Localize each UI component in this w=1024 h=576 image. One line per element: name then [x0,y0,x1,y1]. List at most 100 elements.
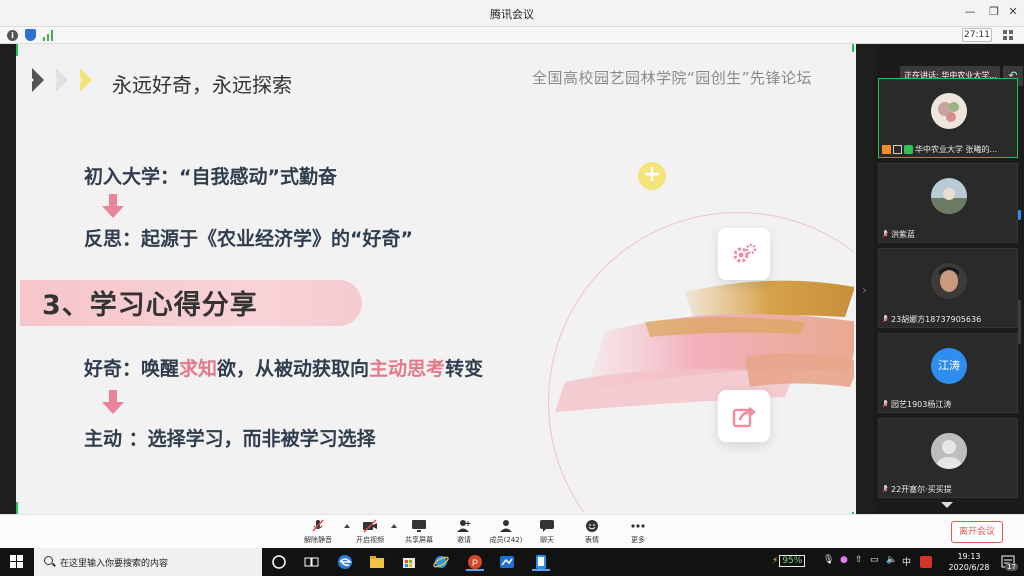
grid-view-icon[interactable] [1003,30,1014,41]
avatar: 江涛 [931,348,967,384]
panel-scrollbar[interactable] [1018,210,1021,220]
forum-name: 全国高校园艺园林学院“园创生”先锋论坛 [532,69,813,87]
highlight-text: 主动思考 [369,358,446,380]
tencent-meeting-icon[interactable] [532,553,550,571]
point-curiosity: 好奇：唤醒求知欲，从被动获取向主动思考转变 [84,354,483,381]
display-icon[interactable]: ▭ [870,555,879,565]
windows-start-icon[interactable] [10,555,24,569]
notification-count: 17 [1005,563,1018,571]
highlight-text: 求知 [179,358,218,380]
taskbar-search-box[interactable]: 在这里输入你要搜索的内容 [34,548,262,576]
ie-icon[interactable] [432,553,450,571]
volume-icon[interactable]: 🔈 [886,555,897,565]
slide-title: 永远好奇，永远探索 [112,73,292,97]
camera-off-icon [363,519,377,533]
collapse-panel-icon[interactable]: › [862,283,867,297]
members-button[interactable]: 成员(242) [484,519,528,547]
participant-name: 园艺1903杨江涛 [891,400,952,409]
point-initiative: 主动 ：选择学习，而非被学习选择 [84,428,376,450]
system-clock[interactable]: 19:13 2020/6/28 [944,551,994,573]
arrow-down-icon [102,194,124,218]
point-reflection: 反思：起源于《农业经济学》的“好奇” [84,228,413,250]
app-tray-icon[interactable]: ● [840,555,848,565]
participant-tile[interactable]: 23胡娜方18737905636 [878,248,1018,328]
screen-share-icon [412,520,426,532]
signal-icon[interactable] [43,30,55,41]
task-view-icon[interactable] [302,553,320,571]
share-border-corner [16,44,18,56]
clock-time: 19:13 [957,552,981,561]
toolbar-label: 成员(242) [489,536,523,544]
toolbar-label: 聊天 [540,536,554,544]
plus-icon: + [638,162,666,190]
more-icon [631,524,645,528]
arrow-down-icon [102,390,124,414]
meeting-info-bar: i 27:11 [0,27,1024,44]
emoji-icon [586,520,598,532]
charging-icon: ⚡ [772,556,779,566]
panel-scrollbar-track[interactable] [1018,300,1021,344]
unmute-button[interactable]: 解除静音 [296,519,340,547]
clock-date: 2020/6/28 [948,563,990,572]
window-title: 腾讯会议 [490,8,534,21]
minimize-button[interactable]: — [962,4,978,20]
text-segment: 转变 [445,358,484,380]
mic-tray-icon[interactable]: 🎙 [823,555,834,565]
gear-icon [733,243,757,263]
toolbar-label: 更多 [631,536,645,544]
mic-on-icon [904,145,913,154]
share-screen-button[interactable]: 共享屏幕 [397,519,441,547]
restore-button[interactable]: ❐ [986,4,1002,20]
notification-icon[interactable]: 17 [1000,553,1018,571]
search-icon [44,556,53,565]
file-explorer-icon[interactable] [368,553,386,571]
participant-name: 洪紫蓝 [891,230,915,239]
battery-percent: 95% [779,555,806,567]
chevron-icon [46,68,68,92]
chat-icon [540,520,554,532]
gear-tile [718,228,770,280]
text-segment: 欲，从被动获取向 [217,358,370,380]
toolbar-label: 解除静音 [304,536,332,544]
start-video-button[interactable]: 开启视频 [348,519,392,547]
chevron-icon [70,68,92,92]
more-button[interactable]: 更多 [616,519,660,547]
app-icon[interactable] [498,553,516,571]
info-icon[interactable]: i [7,30,18,41]
participant-label: 23胡娜方18737905636 [882,314,981,325]
battery-indicator[interactable]: ⚡ 95% [772,555,806,567]
close-button[interactable]: ✕ [1005,4,1021,20]
svg-text:P: P [472,558,478,568]
invite-button[interactable]: 邀请 [442,519,486,547]
participant-label: 22开塞尔·买买提 [882,484,952,495]
search-placeholder: 在这里输入你要搜索的内容 [60,559,169,569]
section-heading: 3、学习心得分享 [42,290,258,321]
toolbar-label: 表情 [585,536,599,544]
ime-indicator[interactable]: 中 [902,555,911,568]
share-tile [718,390,770,442]
antivirus-icon[interactable] [920,556,932,568]
participant-label: 园艺1903杨江涛 [882,399,951,410]
mic-muted-icon [312,519,324,532]
meeting-timer: 27:11 [962,28,992,42]
participant-name: 22开塞尔·买买提 [891,485,952,494]
powerpoint-icon[interactable]: P [466,553,484,571]
mic-muted-icon [882,230,889,239]
edge-icon[interactable] [336,553,354,571]
shield-icon[interactable] [25,29,36,41]
title-bar: 腾讯会议 — ❐ ✕ [0,0,1024,27]
network-icon[interactable]: ⇧ [855,555,863,565]
chevron-down-icon[interactable] [941,502,953,508]
participant-tile[interactable]: 洪紫蓝 [878,163,1018,243]
emoji-button[interactable]: 表情 [570,519,614,547]
participant-tile[interactable]: 华中农业大学 张曦的... [878,78,1018,158]
participant-tile[interactable]: 江涛 园艺1903杨江涛 [878,333,1018,413]
share-icon [732,407,757,428]
leave-meeting-button[interactable]: 离开会议 [951,521,1003,543]
participant-name: 23胡娜方18737905636 [891,315,982,324]
toolbar-label: 共享屏幕 [405,536,433,544]
chat-button[interactable]: 聊天 [525,519,569,547]
cortana-icon[interactable] [270,553,288,571]
participant-tile[interactable]: 22开塞尔·买买提 [878,418,1018,498]
store-icon[interactable] [400,553,418,571]
